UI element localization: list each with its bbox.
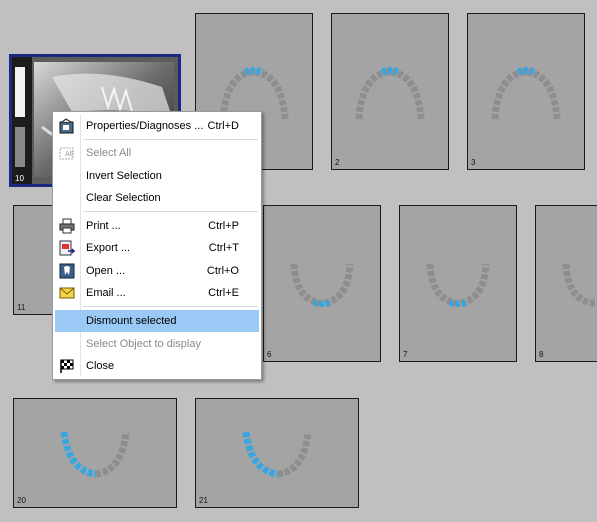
tile-number: 11 (17, 303, 26, 312)
lower-arch-teeth (242, 431, 312, 478)
menu-item-invert-selection[interactable]: Invert Selection (55, 165, 259, 187)
menu-item-shortcut: Ctrl+E (208, 287, 239, 299)
menu-item-open[interactable]: Open ... Ctrl+O (55, 260, 259, 282)
email-icon (59, 285, 75, 301)
properties-icon (59, 118, 75, 134)
menu-item-email[interactable]: Email ... Ctrl+E (55, 282, 259, 304)
menu-item-clear-selection[interactable]: Clear Selection (55, 187, 259, 209)
select-all-icon: All (59, 145, 75, 161)
lower-arch-teeth (60, 431, 130, 478)
menu-item-select-object[interactable]: Select Object to display (55, 333, 259, 355)
menu-item-label: Export ... (86, 242, 131, 254)
image-tile-21[interactable]: 21 (195, 398, 359, 508)
printer-icon (59, 218, 75, 234)
menu-item-label: Invert Selection (86, 170, 162, 182)
menu-item-shortcut: Ctrl+T (208, 242, 239, 254)
tile-number: 3 (471, 158, 476, 167)
menu-separator (83, 139, 258, 140)
context-menu: Properties/Diagnoses ... Ctrl+D All Sele… (52, 111, 262, 380)
image-tile-6[interactable]: 6 (263, 205, 381, 362)
image-tile-3[interactable]: 3 (467, 13, 585, 170)
menu-item-label: Select All (86, 147, 132, 159)
menu-item-properties[interactable]: Properties/Diagnoses ... Ctrl+D (55, 115, 259, 137)
menu-item-label: Email ... (86, 287, 126, 299)
image-tile-2[interactable]: 2 (331, 13, 449, 170)
checkered-flag-icon (59, 358, 75, 374)
menu-item-label: Properties/Diagnoses ... (86, 120, 204, 132)
menu-separator (83, 211, 258, 212)
upper-arch-teeth (491, 67, 561, 120)
tile-number: 7 (403, 350, 408, 359)
menu-item-dismount-selected[interactable]: Dismount selected (55, 310, 259, 332)
lower-arch-teeth (290, 263, 354, 307)
menu-item-select-all[interactable]: All Select All (55, 142, 259, 164)
tile-number: 6 (267, 350, 272, 359)
tile-number: 20 (17, 496, 26, 505)
open-tooth-icon (59, 263, 75, 279)
menu-item-label: Print ... (86, 220, 121, 232)
lower-arch-teeth (426, 263, 490, 307)
image-tile-7[interactable]: 7 (399, 205, 517, 362)
tile-number: 2 (335, 158, 340, 167)
svg-text:All: All (65, 151, 73, 158)
menu-item-export[interactable]: Export ... Ctrl+T (55, 237, 259, 259)
menu-item-close[interactable]: Close (55, 355, 259, 377)
export-icon (59, 240, 76, 256)
menu-item-label: Open ... (86, 265, 126, 277)
tile-number: 10 (15, 174, 24, 183)
image-tile-8[interactable]: 8 (535, 205, 597, 362)
menu-separator (83, 306, 258, 307)
menu-item-label: Select Object to display (86, 338, 201, 350)
menu-item-label: Dismount selected (86, 315, 177, 327)
menu-item-shortcut: Ctrl+O (206, 265, 239, 277)
menu-item-label: Clear Selection (86, 192, 161, 204)
menu-item-shortcut: Ctrl+D (207, 120, 239, 132)
lower-arch-teeth (562, 263, 597, 307)
menu-item-shortcut: Ctrl+P (208, 220, 239, 232)
menu-item-label: Close (86, 360, 115, 372)
upper-arch-teeth (355, 67, 425, 120)
menu-item-print[interactable]: Print ... Ctrl+P (55, 215, 259, 237)
image-tile-20[interactable]: 20 (13, 398, 177, 508)
tile-number: 21 (199, 496, 208, 505)
tile-number: 8 (539, 350, 544, 359)
